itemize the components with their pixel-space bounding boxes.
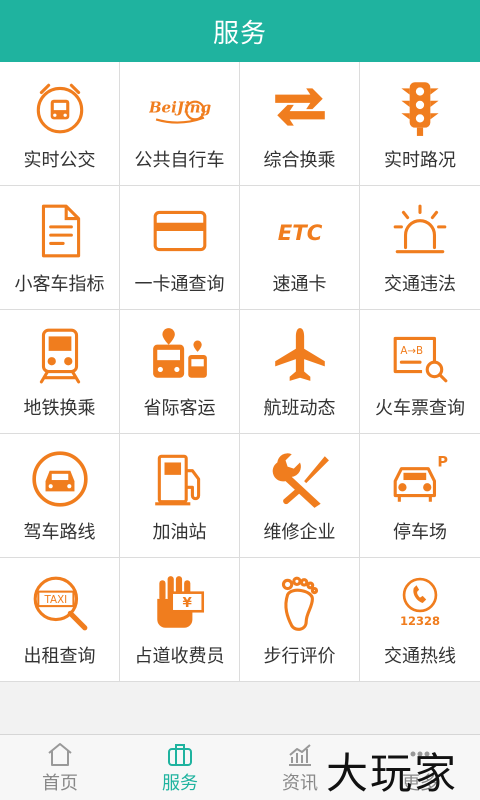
- service-label: 交通违法: [384, 274, 456, 295]
- service-train-ticket[interactable]: A→B 火车票查询: [360, 310, 480, 434]
- parking-icon: P: [389, 448, 451, 510]
- transfer-arrows-icon: [269, 76, 331, 138]
- service-subway[interactable]: 地铁换乘: [0, 310, 120, 434]
- toll-collector-icon: ¥: [149, 572, 211, 634]
- airplane-icon: [269, 324, 331, 386]
- ticket-search-icon: A→B: [389, 324, 451, 386]
- hotline-number-text: 12328: [400, 614, 440, 628]
- taxi-sign-text: TAXI: [43, 594, 67, 606]
- siren-icon: [389, 200, 451, 262]
- tab-label: 首页: [42, 773, 78, 794]
- ticket-route-text: A→B: [400, 345, 423, 357]
- tab-home[interactable]: 首页: [0, 735, 120, 800]
- service-parking[interactable]: P 停车场: [360, 434, 480, 558]
- service-repair[interactable]: 维修企业: [240, 434, 360, 558]
- service-label: 综合换乘: [263, 150, 336, 171]
- document-icon: [29, 200, 91, 262]
- tab-services[interactable]: 服务: [120, 735, 240, 800]
- chart-icon: [289, 744, 311, 766]
- etc-icon: ETC: [269, 200, 331, 262]
- service-label: 占道收费员: [134, 646, 225, 667]
- service-label: 火车票查询: [375, 398, 465, 419]
- alarm-bus-icon: [29, 76, 91, 138]
- service-label: 驾车路线: [23, 522, 96, 543]
- service-label: 速通卡: [272, 274, 327, 295]
- service-label: 实时公交: [23, 150, 96, 171]
- service-hotline[interactable]: 12328 交通热线: [360, 558, 480, 682]
- traffic-light-icon: [389, 76, 451, 138]
- card-icon: [149, 200, 211, 262]
- service-label: 交通热线: [384, 646, 456, 667]
- service-label: 停车场: [393, 522, 447, 543]
- bottom-tab-bar: 首页 服务 资讯 更多: [0, 734, 480, 800]
- service-label: 步行评价: [263, 646, 336, 667]
- service-driving-route[interactable]: 驾车路线: [0, 434, 120, 558]
- footprint-icon: [269, 572, 331, 634]
- tab-label: 更多: [402, 773, 438, 794]
- car-route-icon: [29, 448, 91, 510]
- service-label: 地铁换乘: [23, 398, 96, 419]
- coach-bus-icon: [149, 324, 211, 386]
- gas-station-icon: [149, 448, 211, 510]
- service-intercity-coach[interactable]: 省际客运: [120, 310, 240, 434]
- service-label: 小客车指标: [14, 274, 105, 295]
- top-header: 服务: [0, 0, 480, 62]
- home-icon: [48, 743, 72, 766]
- service-realtime-bus[interactable]: 实时公交: [0, 62, 120, 186]
- service-walking-review[interactable]: 步行评价: [240, 558, 360, 682]
- service-traffic-status[interactable]: 实时路况: [360, 62, 480, 186]
- beijing-logo-text: BeiJing: [149, 98, 211, 116]
- service-label: 航班动态: [263, 398, 336, 419]
- service-label: 维修企业: [263, 522, 336, 543]
- service-grid: 实时公交 BeiJing 公共自行车 综合换乘 实时路况 小客车指标 一卡通查询…: [0, 62, 480, 682]
- service-label: 加油站: [152, 522, 207, 543]
- service-label: 省际客运: [143, 398, 216, 419]
- more-icon: [410, 751, 430, 757]
- beijing-bike-icon: BeiJing: [149, 76, 211, 138]
- service-transfer[interactable]: 综合换乘: [240, 62, 360, 186]
- service-traffic-violation[interactable]: 交通违法: [360, 186, 480, 310]
- service-label: 公共自行车: [134, 150, 225, 171]
- hotline-icon: 12328: [389, 572, 451, 634]
- tab-news[interactable]: 资讯: [240, 735, 360, 800]
- service-etc-card[interactable]: ETC 速通卡: [240, 186, 360, 310]
- repair-tools-icon: [269, 448, 331, 510]
- service-toll-collector[interactable]: ¥ 占道收费员: [120, 558, 240, 682]
- tab-label: 资讯: [282, 773, 318, 794]
- service-label: 一卡通查询: [134, 274, 225, 295]
- service-label: 实时路况: [384, 150, 456, 171]
- tab-label: 服务: [162, 773, 198, 794]
- parking-sign-text: P: [437, 455, 448, 471]
- service-public-bike[interactable]: BeiJing 公共自行车: [120, 62, 240, 186]
- service-card-query[interactable]: 一卡通查询: [120, 186, 240, 310]
- etc-logo-text: ETC: [277, 221, 322, 246]
- briefcase-icon: [168, 744, 192, 766]
- taxi-search-icon: TAXI: [29, 572, 91, 634]
- subway-icon: [29, 324, 91, 386]
- service-label: 出租查询: [23, 646, 96, 667]
- currency-text: ¥: [182, 596, 192, 611]
- service-car-quota[interactable]: 小客车指标: [0, 186, 120, 310]
- tab-more[interactable]: 更多: [360, 735, 480, 800]
- service-taxi[interactable]: TAXI 出租查询: [0, 558, 120, 682]
- service-gas-station[interactable]: 加油站: [120, 434, 240, 558]
- service-flight-status[interactable]: 航班动态: [240, 310, 360, 434]
- page-title: 服务: [212, 18, 267, 49]
